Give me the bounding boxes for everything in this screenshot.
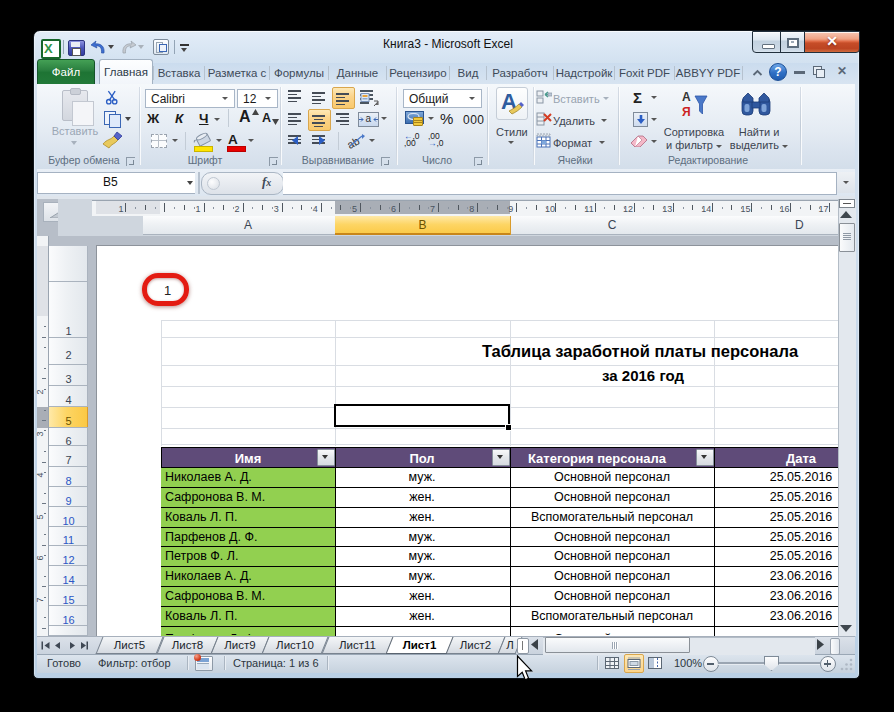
svg-text:ab: ab xyxy=(346,135,361,149)
